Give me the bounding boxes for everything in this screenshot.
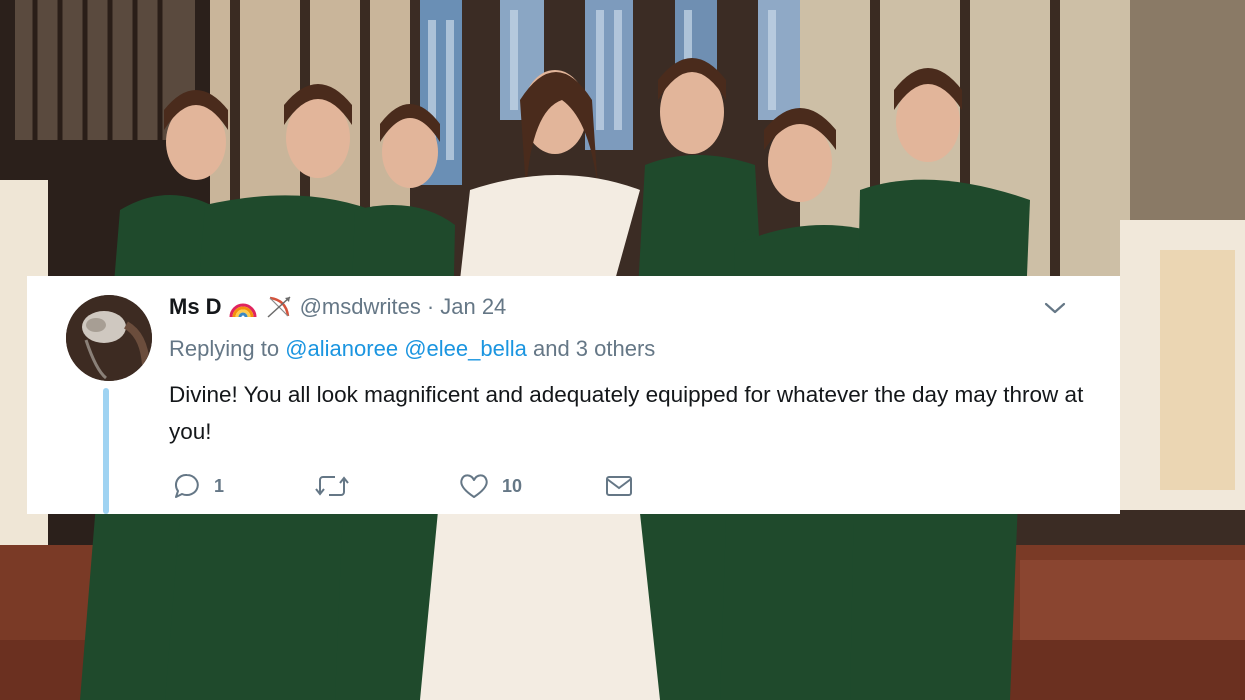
user-name[interactable]: Ms D — [169, 294, 222, 320]
tweet-text: Divine! You all look magnificent and ade… — [169, 382, 1084, 444]
bow-and-arrow-icon — [264, 295, 294, 319]
mention-link[interactable]: @elee_bella — [404, 336, 527, 361]
rainbow-icon — [228, 295, 258, 319]
user-handle[interactable]: @msdwrites — [300, 294, 421, 320]
replying-others-link[interactable]: and 3 others — [533, 336, 655, 361]
retweet-button[interactable] — [314, 470, 362, 502]
reply-icon — [175, 473, 199, 498]
reply-count: 1 — [214, 475, 225, 496]
replying-to-line: Replying to @alianoree @elee_bella and 3… — [169, 336, 655, 362]
chevron-down-icon[interactable] — [1043, 298, 1067, 318]
like-count: 10 — [502, 475, 523, 496]
heart-icon — [460, 474, 488, 498]
envelope-icon — [606, 476, 632, 496]
tweet-header: Ms D @msdwrites · Jan 24 — [169, 293, 506, 321]
avatar[interactable] — [66, 295, 152, 381]
like-button[interactable]: 10 — [458, 470, 522, 502]
thread-line — [103, 388, 109, 514]
direct-message-button[interactable] — [604, 470, 634, 502]
retweet-icon — [315, 476, 349, 496]
tweet-date[interactable]: Jan 24 — [440, 294, 506, 320]
separator-dot: · — [426, 294, 435, 319]
reply-button[interactable]: 1 — [172, 470, 224, 502]
mention-link[interactable]: @alianoree — [285, 336, 398, 361]
replying-prefix: Replying to — [169, 336, 280, 361]
